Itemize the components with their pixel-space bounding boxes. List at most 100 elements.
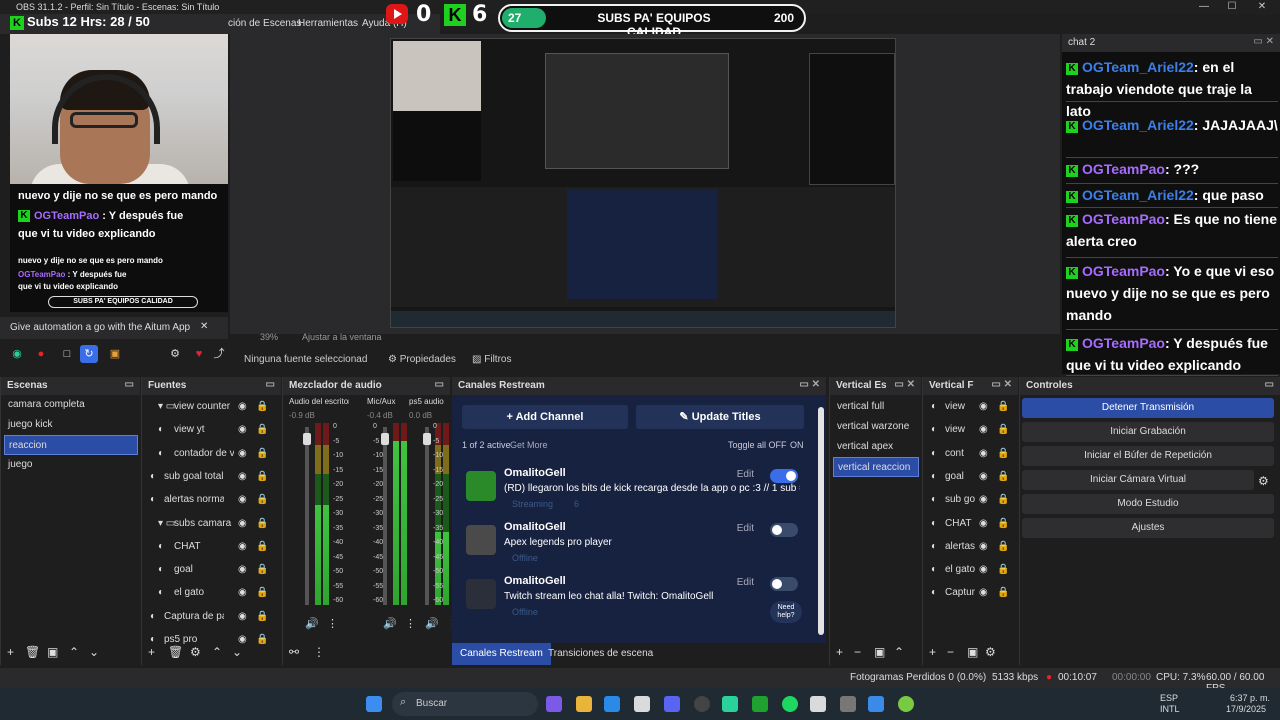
channel-toggle[interactable]: [770, 469, 798, 483]
scene-item[interactable]: juego: [4, 455, 138, 475]
volume-slider-track[interactable]: [383, 427, 387, 605]
vertical-source-item[interactable]: ◐ el gato ◉ 🔒: [923, 560, 1019, 580]
lock-icon[interactable]: 🔒: [997, 537, 1009, 557]
up-icon[interactable]: ⌃: [69, 645, 79, 659]
help-button[interactable]: Need help?: [770, 601, 802, 623]
source-item[interactable]: ◐ contador de vie ◉ 🔒: [142, 444, 282, 464]
store-icon[interactable]: [634, 696, 650, 712]
record-icon[interactable]: ●: [32, 345, 50, 363]
eye-icon[interactable]: ◉: [238, 560, 247, 580]
spotify-icon[interactable]: [782, 696, 798, 712]
vertical-scene-item[interactable]: vertical apex: [833, 437, 919, 457]
app-icon[interactable]: [722, 696, 738, 712]
lock-icon[interactable]: 🔒: [256, 537, 268, 557]
properties-button[interactable]: ⚙ Propiedades: [388, 354, 456, 365]
share-icon[interactable]: ⤴: [210, 345, 228, 363]
dock-menu-icon[interactable]: ▭: [125, 379, 134, 390]
update-titles-button[interactable]: ✎ Update Titles: [636, 405, 804, 429]
vertical-source-item[interactable]: ◐ CHAT ◉ 🔒: [923, 514, 1019, 534]
eye-icon[interactable]: ◉: [979, 467, 988, 487]
down-icon[interactable]: ⌄: [232, 645, 242, 659]
channel-menu-icon[interactable]: ⋮: [405, 617, 416, 630]
source-item[interactable]: ◐ alertas normales ◉ 🔒: [142, 490, 282, 510]
dock-menu-icon[interactable]: ▭: [435, 379, 444, 390]
vertical-source-item[interactable]: ◐ view ◉ 🔒: [923, 397, 1019, 417]
channel-menu-icon[interactable]: ⋮: [327, 617, 338, 630]
heart-icon[interactable]: ♥: [190, 345, 208, 363]
toggle-all-label[interactable]: Toggle all OFF: [728, 440, 787, 450]
dock-menu-icon[interactable]: ▭: [266, 379, 275, 390]
lock-icon[interactable]: 🔒: [997, 444, 1009, 464]
filter-icon[interactable]: ▣: [874, 645, 885, 659]
edge-icon[interactable]: [604, 696, 620, 712]
remove-icon[interactable]: 🗑: [168, 645, 183, 659]
tab-scene-transitions[interactable]: Transiciones de escena: [548, 648, 653, 659]
scene-item[interactable]: camara completa: [4, 395, 138, 415]
eye-icon[interactable]: ◉: [979, 514, 988, 534]
add-icon[interactable]: +: [148, 645, 155, 659]
maximize-button[interactable]: ☐: [1218, 0, 1246, 14]
vertical-scene-item[interactable]: vertical warzone: [833, 417, 919, 437]
source-item[interactable]: ▾ ▭ subs camara ◉ 🔒: [142, 514, 282, 534]
close-button[interactable]: ✕: [1248, 0, 1276, 14]
add-icon[interactable]: +: [929, 645, 936, 659]
windows-start-icon[interactable]: [366, 696, 382, 712]
up-icon[interactable]: ⌃: [212, 645, 222, 659]
control-button[interactable]: Iniciar el Búfer de Repetición: [1022, 446, 1274, 466]
filter-icon[interactable]: ▣: [47, 645, 58, 659]
discord-icon[interactable]: [664, 696, 680, 712]
copilot-icon[interactable]: [546, 696, 562, 712]
volume-slider-handle[interactable]: [381, 433, 389, 445]
source-item[interactable]: ◐ view yt ◉ 🔒: [142, 420, 282, 440]
volume-slider-handle[interactable]: [423, 433, 431, 445]
lock-icon[interactable]: 🔒: [256, 397, 268, 417]
edit-link[interactable]: Edit: [737, 523, 754, 534]
vertical-source-item[interactable]: ◐ alertas ◉ 🔒: [923, 537, 1019, 557]
clock-time[interactable]: 6:37 p. m.: [1230, 693, 1270, 703]
add-icon[interactable]: +: [7, 645, 14, 659]
control-button[interactable]: Detener Transmisión: [1022, 398, 1274, 418]
scene-item[interactable]: reaccion: [4, 435, 138, 455]
fit-window[interactable]: Ajustar a la ventana: [302, 332, 382, 342]
notes-icon[interactable]: [868, 696, 884, 712]
filter-icon[interactable]: ▣: [967, 645, 978, 659]
lock-icon[interactable]: 🔒: [997, 490, 1009, 510]
menu-tools[interactable]: Herramientas: [298, 18, 358, 29]
lock-icon[interactable]: 🔒: [256, 583, 268, 603]
vertical-scene-item[interactable]: vertical full: [833, 397, 919, 417]
source-item[interactable]: ◐ CHAT ◉ 🔒: [142, 537, 282, 557]
app2-icon[interactable]: [898, 696, 914, 712]
xbox-icon[interactable]: [752, 696, 768, 712]
close-icon[interactable]: ▭ ✕: [1253, 36, 1274, 47]
scene-item[interactable]: juego kick: [4, 415, 138, 435]
vertical-source-item[interactable]: ◐ cont ◉ 🔒: [923, 444, 1019, 464]
down-icon[interactable]: ⌄: [89, 645, 99, 659]
filters-button[interactable]: ▨ Filtros: [472, 354, 511, 365]
lang-1[interactable]: ESP: [1160, 693, 1178, 703]
speaker-icon[interactable]: 🔊: [383, 617, 397, 630]
eye-icon[interactable]: ◉: [238, 607, 247, 627]
broadcast-icon[interactable]: ◉: [8, 345, 26, 363]
up-icon[interactable]: ⌃: [894, 645, 904, 659]
eye-icon[interactable]: ◉: [238, 514, 247, 534]
lang-2[interactable]: INTL: [1160, 704, 1180, 714]
lock-icon[interactable]: 🔒: [256, 420, 268, 440]
get-more-link[interactable]: Get More: [510, 440, 548, 450]
lock-icon[interactable]: 🔒: [256, 514, 268, 534]
volume-slider-track[interactable]: [305, 427, 309, 605]
speaker-icon[interactable]: 🔊: [425, 617, 439, 630]
aitum-close-icon[interactable]: ✕: [200, 321, 208, 332]
eye-icon[interactable]: ◉: [979, 397, 988, 417]
eye-icon[interactable]: ◉: [979, 537, 988, 557]
eye-icon[interactable]: ◉: [979, 583, 988, 603]
eye-icon[interactable]: ◉: [238, 537, 247, 557]
edit-link[interactable]: Edit: [737, 577, 754, 588]
eye-icon[interactable]: ◉: [238, 444, 247, 464]
source-item[interactable]: ◐ Captura de panta ◉ 🔒: [142, 607, 282, 627]
vertical-source-item[interactable]: ◐ goal ◉ 🔒: [923, 467, 1019, 487]
stop-icon[interactable]: □: [58, 345, 76, 363]
control-button[interactable]: Ajustes: [1022, 518, 1274, 538]
add-channel-button[interactable]: + Add Channel: [462, 405, 628, 429]
lock-icon[interactable]: 🔒: [256, 607, 268, 627]
gear-icon[interactable]: ⚙: [985, 645, 996, 659]
